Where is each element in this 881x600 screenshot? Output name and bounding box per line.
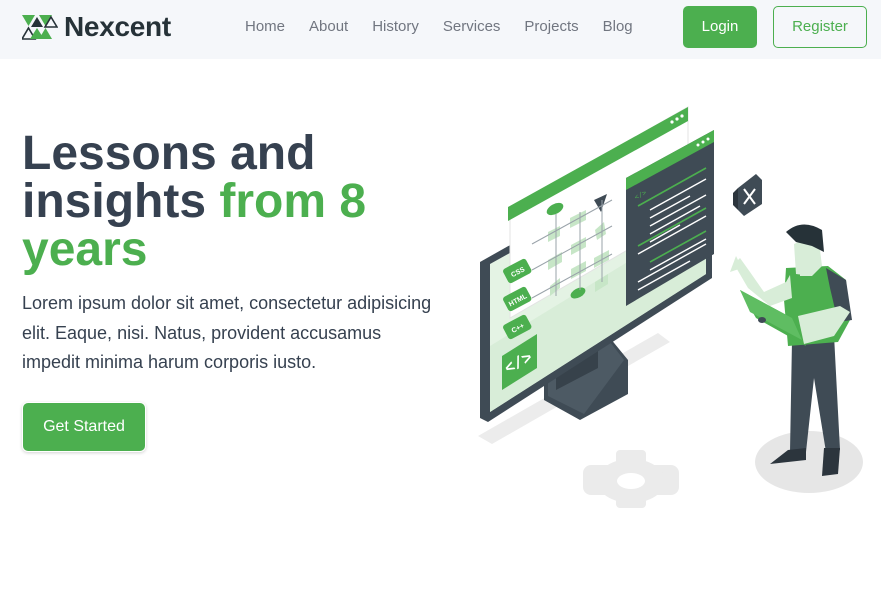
person-shadow	[755, 431, 863, 493]
get-started-button[interactable]: Get Started	[22, 402, 146, 452]
main-nav: Home About History Services Projects Blo…	[245, 18, 657, 36]
nav-link-history[interactable]: History	[372, 18, 419, 36]
hero-description: Lorem ipsum dolor sit amet, consectetur …	[22, 293, 432, 372]
nav-link-blog[interactable]: Blog	[603, 18, 633, 36]
nav-link-projects[interactable]: Projects	[524, 18, 578, 36]
register-button[interactable]: Register	[773, 6, 867, 48]
brand-logo[interactable]: Nexcent	[22, 13, 171, 41]
close-icon	[733, 174, 762, 216]
gear-icon	[583, 450, 679, 508]
nav-link-services[interactable]: Services	[443, 18, 501, 36]
developer-at-monitor-illustration: </> CSS HTML C++ </>	[478, 106, 863, 508]
nav-link-home[interactable]: Home	[245, 18, 285, 36]
nav-link-about[interactable]: About	[309, 18, 348, 36]
developer-person	[730, 224, 852, 476]
login-button[interactable]: Login	[683, 6, 757, 48]
hero-title: Lessons and insights from 8 years	[22, 130, 462, 274]
brand-name: Nexcent	[64, 11, 171, 42]
navbar: Nexcent Home About History Services Proj…	[0, 0, 881, 59]
triangle-logo-icon	[22, 15, 58, 40]
